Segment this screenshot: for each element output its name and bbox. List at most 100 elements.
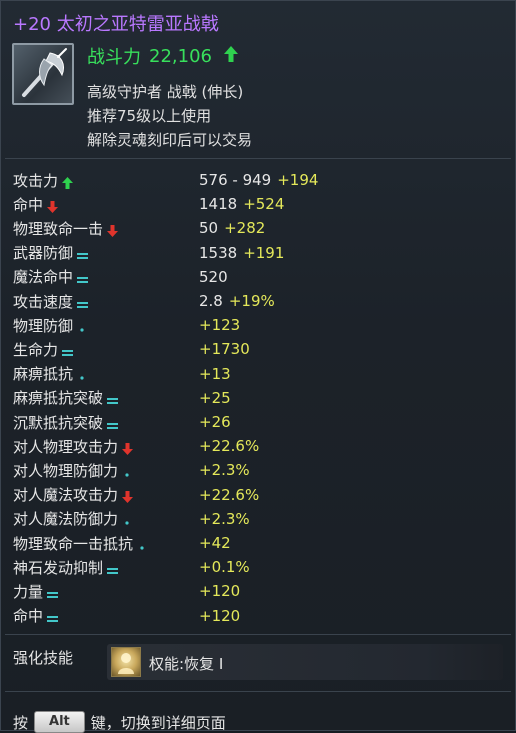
divider: [5, 634, 511, 635]
stat-name: 对人魔法防御力: [13, 508, 133, 529]
stat-value: +1730: [199, 340, 250, 358]
equal-icon: [77, 271, 89, 284]
dot-icon: [77, 368, 88, 380]
stat-name: 神石发动抑制: [13, 557, 119, 578]
stat-name-label: 对人物理攻击力: [13, 437, 119, 456]
stat-value: +26: [199, 413, 231, 431]
arrow-up-icon: [62, 175, 74, 189]
dot-icon: [122, 513, 133, 525]
stat-bonus-value: +282: [224, 219, 266, 238]
skill-name: 权能:恢复 I: [149, 655, 224, 673]
stat-bonus-value: +120: [199, 582, 241, 601]
stat-name-label: 攻击速度: [13, 292, 74, 311]
stat-bonus-value: +22.6%: [199, 485, 260, 504]
equal-icon: [107, 392, 119, 405]
stat-name-label: 魔法命中: [13, 268, 74, 287]
arrow-down-icon: [107, 223, 119, 237]
stat-base-value: 576 - 949: [199, 171, 272, 189]
stat-row: 对人物理防御力 +2.3%: [13, 458, 503, 482]
stat-bonus-value: +191: [243, 243, 285, 262]
stat-name: 攻击速度: [13, 291, 89, 312]
alt-key-button[interactable]: Alt: [34, 711, 85, 733]
combat-power-value: 22,106: [149, 45, 212, 67]
stat-bonus-value: +19%: [228, 292, 275, 310]
stat-name-label: 生命力: [13, 340, 59, 359]
stat-row: 武器防御 1538 +191: [13, 241, 503, 265]
footer-hint: 按 Alt 键，切换到详细页面: [13, 711, 226, 733]
stat-bonus-value: +26: [199, 413, 231, 431]
divider: [5, 158, 511, 159]
equal-icon: [47, 610, 59, 623]
stat-name-label: 对人魔法防御力: [13, 510, 119, 529]
equal-icon: [77, 247, 89, 260]
stat-row: 物理致命一击 50 +282: [13, 216, 503, 240]
stat-bonus-value: +194: [277, 171, 319, 189]
stat-name: 武器防御: [13, 242, 89, 263]
halberd-icon: [12, 43, 74, 105]
stat-row: 生命力 +1730: [13, 337, 503, 361]
stat-bonus-value: +42: [199, 534, 231, 552]
stat-name: 生命力: [13, 339, 74, 360]
arrow-up-icon: [223, 46, 238, 66]
stat-name-label: 神石发动抑制: [13, 558, 104, 577]
stat-row: 命中 +120: [13, 604, 503, 628]
stat-bonus-value: +2.3%: [199, 461, 250, 480]
stat-value: 576 - 949 +194: [199, 171, 318, 189]
stat-name: 物理致命一击: [13, 218, 119, 239]
equal-icon: [107, 417, 119, 429]
footer-suffix: 键，切换到详细页面: [90, 713, 226, 732]
stat-name-label: 命中: [13, 607, 44, 626]
stat-name-label: 力量: [13, 582, 44, 601]
skill-portrait-icon: [111, 647, 141, 677]
stat-row: 物理致命一击抵抗 +42: [13, 531, 503, 555]
equal-icon: [62, 344, 74, 356]
stat-value: +2.3%: [199, 510, 250, 528]
item-tooltip: +20 太初之亚特雷亚战戟 战斗力 22,106 高级守护者 战戟 (伸长) 推…: [0, 0, 516, 733]
stat-value: 1418 +524: [199, 195, 284, 213]
stat-base-value: 50: [199, 219, 219, 238]
item-title: +20 太初之亚特雷亚战戟: [13, 14, 219, 35]
stat-name-label: 物理防御: [13, 316, 74, 335]
equal-icon: [77, 296, 89, 308]
stat-base-value: 1538: [199, 243, 238, 262]
combat-power-label: 战斗力: [87, 47, 141, 68]
stat-row: 命中 1418 +524: [13, 192, 503, 216]
equal-icon: [107, 562, 119, 574]
stat-value: 520: [199, 268, 228, 286]
stat-row: 对人物理攻击力 +22.6%: [13, 434, 503, 458]
stat-row: 攻击速度 2.8 +19%: [13, 289, 503, 313]
stat-name: 对人物理防御力: [13, 460, 133, 481]
equal-icon: [47, 586, 59, 598]
stat-name: 魔法命中: [13, 266, 89, 287]
stat-name: 命中: [13, 194, 59, 215]
stat-value: +42: [199, 534, 231, 552]
stat-value: +22.6%: [199, 486, 259, 504]
dot-icon: [77, 320, 88, 332]
dot-icon: [137, 538, 148, 550]
stat-name: 物理防御: [13, 315, 88, 336]
stat-bonus-value: +120: [199, 606, 241, 625]
stat-name: 麻痹抵抗: [13, 363, 88, 384]
divider: [5, 691, 511, 692]
stat-bonus-value: +22.6%: [199, 437, 260, 456]
item-grade: 高级守护者 战戟 (伸长): [87, 83, 244, 101]
stat-row: 物理防御 +123: [13, 313, 503, 337]
item-level-requirement: 推荐75级以上使用: [87, 107, 212, 125]
stat-name-label: 物理致命一击抵抗: [13, 534, 134, 553]
stat-name: 力量: [13, 581, 59, 602]
stat-name: 物理致命一击抵抗: [13, 533, 148, 554]
stat-row: 对人魔法防御力 +2.3%: [13, 507, 503, 531]
stat-bonus-value: +123: [199, 316, 241, 335]
stat-value: +0.1%: [199, 558, 250, 576]
stat-value: +22.6%: [199, 437, 259, 455]
stat-bonus-value: +1730: [199, 340, 250, 359]
enhancement-skill: 权能:恢复 I: [107, 644, 503, 680]
stat-name-label: 对人魔法攻击力: [13, 486, 119, 505]
stat-name-label: 麻痹抵抗突破: [13, 389, 104, 408]
stat-name-label: 物理致命一击: [13, 219, 104, 238]
stat-name: 攻击力: [13, 170, 74, 191]
stat-name: 对人魔法攻击力: [13, 484, 134, 505]
stat-row: 沉默抵抗突破 +26: [13, 410, 503, 434]
item-trade-note: 解除灵魂刻印后可以交易: [87, 131, 253, 149]
stat-base-value: 1418: [199, 195, 238, 214]
